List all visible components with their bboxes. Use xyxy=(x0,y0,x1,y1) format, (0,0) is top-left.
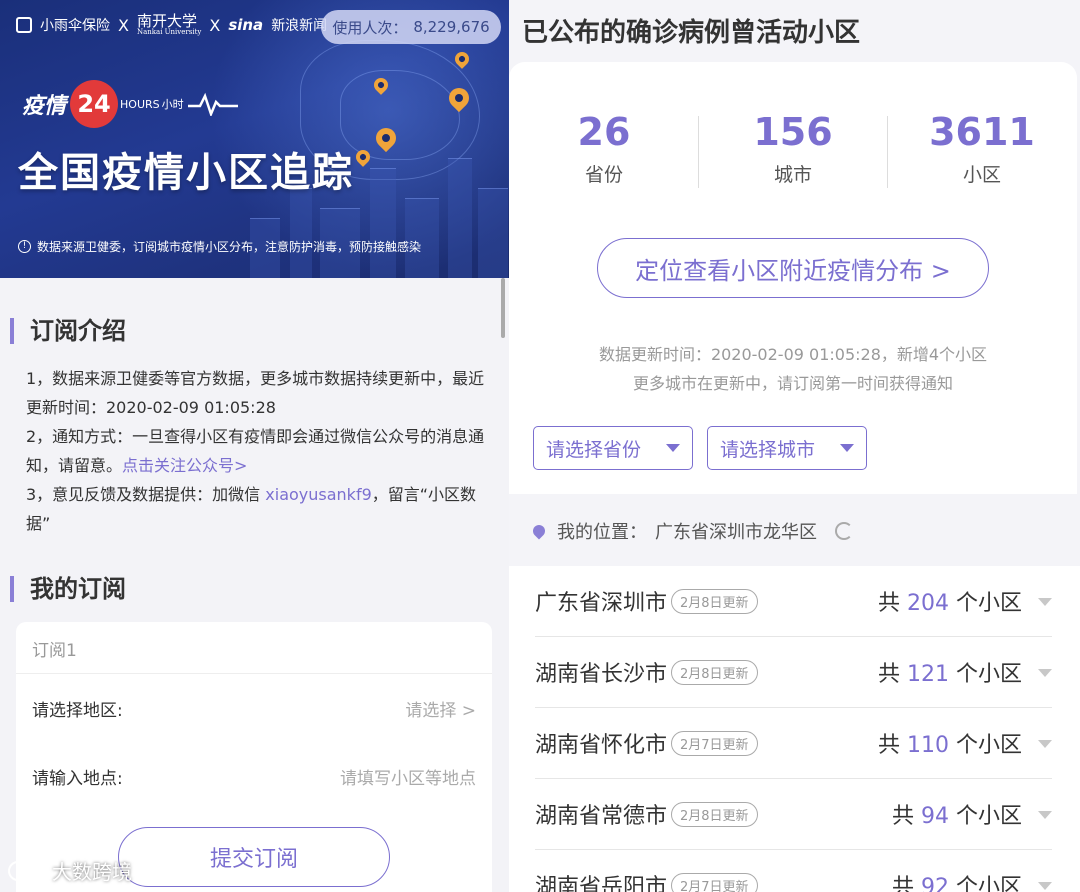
umbrella-logo-icon xyxy=(16,17,32,33)
intro-line-1: 1，数据来源卫健委等官方数据，更多城市数据持续更新中，最近更新时间：2020-0… xyxy=(26,369,485,417)
city-select[interactable]: 请选择城市 xyxy=(707,426,867,470)
region-select[interactable]: 请选择 > xyxy=(405,696,476,721)
location-pin-icon xyxy=(530,522,548,540)
community-count: 共 92 个小区 xyxy=(892,875,1022,892)
community-count: 共 204 个小区 xyxy=(878,591,1022,616)
watermark: 大数跨境 xyxy=(8,856,132,885)
dropdown-arrow-icon xyxy=(840,444,854,452)
update-badge: 2月8日更新 xyxy=(671,801,758,827)
update-note: 数据更新时间：2020-02-09 01:05:28，新增4个小区 更多城市在更… xyxy=(598,345,988,393)
right-panel: 已公布的确诊病例曾活动小区 26 省份 156 城市 3611 小区 定位查看小… xyxy=(509,0,1080,892)
community-count: 共 94 个小区 xyxy=(892,804,1022,829)
city-list: 广东省深圳市 2月8日更新 共 204 个小区 湖南省长沙市 2月8日更新 共 … xyxy=(509,566,1080,892)
update-badge: 2月8日更新 xyxy=(671,588,758,614)
partner-nankai: 南开大学 Nankai University xyxy=(136,12,202,36)
stats-card: 26 省份 156 城市 3611 小区 定位查看小区附近疫情分布 > 数据更新… xyxy=(509,62,1077,494)
partner-sina-news: 新浪新闻 xyxy=(271,18,328,34)
expand-arrow-icon[interactable] xyxy=(1038,669,1052,677)
info-icon: ! xyxy=(18,240,31,253)
intro-section-title: 订阅介绍 xyxy=(10,318,126,344)
stat-provinces: 26 省份 xyxy=(577,110,631,186)
pulse-line-icon xyxy=(187,92,238,116)
my-subscription-title: 我的订阅 xyxy=(10,576,126,602)
stat-cities: 156 城市 xyxy=(753,110,833,186)
partner-xiaoyusan: 小雨伞保险 xyxy=(40,18,110,34)
expand-arrow-icon[interactable] xyxy=(1038,811,1052,819)
community-count: 共 110 个小区 xyxy=(878,733,1022,758)
intro-body: 1，数据来源卫健委等官方数据，更多城市数据持续更新中，最近更新时间：2020-0… xyxy=(26,364,486,538)
refresh-icon[interactable] xyxy=(835,522,853,540)
my-location: 我的位置： 广东省深圳市龙华区 xyxy=(530,518,853,544)
update-badge: 2月7日更新 xyxy=(671,730,758,756)
subscription-card: 订阅1 请选择地区: 请选择 > 请输入地点: 请填写小区等地点 提交订阅 xyxy=(16,622,492,892)
banner-title: 全国疫情小区追踪 xyxy=(18,150,354,196)
region-select-row[interactable]: 请选择地区: 请选择 > xyxy=(32,696,476,721)
city-row[interactable]: 湖南省常德市 2月8日更新 共 94 个小区 xyxy=(535,779,1052,850)
community-count: 共 121 个小区 xyxy=(878,662,1022,687)
usage-count: 8,229,676 xyxy=(413,18,490,36)
expand-arrow-icon[interactable] xyxy=(1038,740,1052,748)
banner-note: ! 数据来源卫健委，订阅城市疫情小区分布，注意防护消毒，预防接触感染 xyxy=(18,238,421,255)
intro-line-2: 2，通知方式：一旦查得小区有疫情即会通过微信公众号的消息通知，请留意。点击关注公… xyxy=(26,427,485,475)
page-title: 已公布的确诊病例曾活动小区 xyxy=(522,18,861,48)
dropdown-arrow-icon xyxy=(666,444,680,452)
location-value: 广东省深圳市龙华区 xyxy=(655,522,817,543)
subscription-card-header: 订阅1 xyxy=(16,622,492,674)
wechat-id: xiaoyusankf9 xyxy=(265,485,372,504)
stat-communities: 3611 小区 xyxy=(929,110,1035,186)
brand-logo: 疫情 24 HOURS 小时 xyxy=(22,80,238,128)
place-input[interactable]: 请填写小区等地点 xyxy=(340,764,476,789)
expand-arrow-icon[interactable] xyxy=(1038,882,1052,890)
city-row[interactable]: 湖南省长沙市 2月8日更新 共 121 个小区 xyxy=(535,637,1052,708)
watermark-logo-icon xyxy=(8,860,46,881)
usage-count-badge: 使用人次： 8,229,676 xyxy=(321,10,501,44)
24-hours-badge: 24 xyxy=(70,80,119,128)
place-input-row[interactable]: 请输入地点: 请填写小区等地点 xyxy=(32,764,476,789)
province-select[interactable]: 请选择省份 xyxy=(533,426,693,470)
banner: 小雨伞保险 X 南开大学 Nankai University X sina 新浪新… xyxy=(0,0,509,278)
locate-nearby-button[interactable]: 定位查看小区附近疫情分布 > xyxy=(597,238,989,298)
sina-logo: sina xyxy=(228,16,264,34)
left-panel: 小雨伞保险 X 南开大学 Nankai University X sina 新浪新… xyxy=(0,0,509,892)
city-row[interactable]: 广东省深圳市 2月8日更新 共 204 个小区 xyxy=(535,566,1052,637)
city-row[interactable]: 湖南省岳阳市 2月7日更新 共 92 个小区 xyxy=(535,850,1052,892)
update-badge: 2月8日更新 xyxy=(671,659,758,685)
partner-logos: 小雨伞保险 X 南开大学 Nankai University X sina 新浪新… xyxy=(16,14,327,36)
city-row[interactable]: 湖南省怀化市 2月7日更新 共 110 个小区 xyxy=(535,708,1052,779)
follow-account-link[interactable]: 点击关注公众号> xyxy=(122,456,247,475)
update-badge: 2月7日更新 xyxy=(671,872,758,892)
scrollbar[interactable] xyxy=(501,278,505,338)
intro-line-3: 3，意见反馈及数据提供：加微信 xiaoyusankf9，留言“小区数据” xyxy=(26,485,477,533)
expand-arrow-icon[interactable] xyxy=(1038,598,1052,606)
submit-subscription-button[interactable]: 提交订阅 xyxy=(118,827,390,887)
